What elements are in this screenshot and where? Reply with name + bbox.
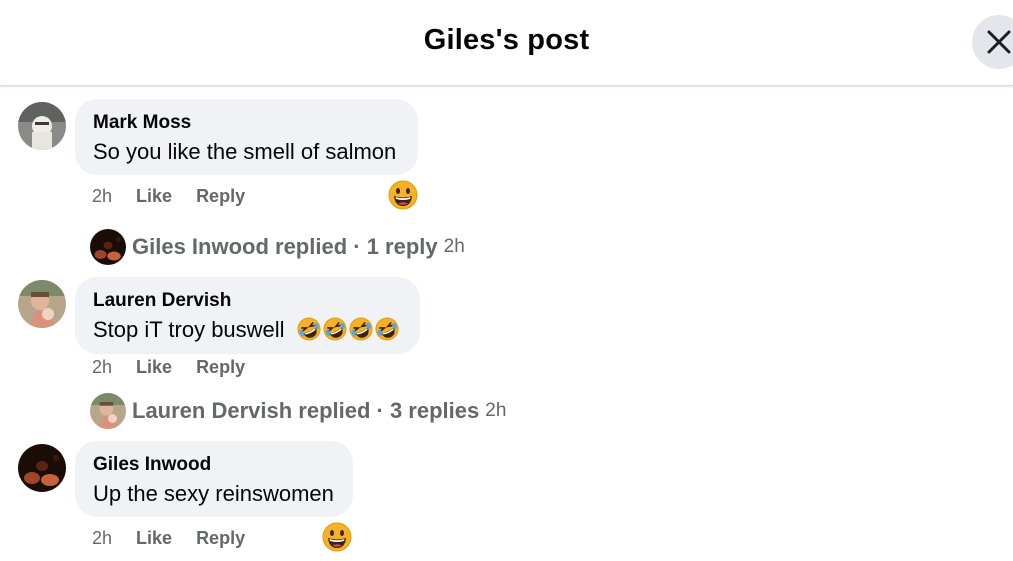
- reply-button[interactable]: Reply: [196, 528, 245, 549]
- comment-bubble: Lauren Dervish Stop iT troy buswell: [75, 277, 420, 354]
- comment-actions: 2h Like Reply: [92, 357, 245, 378]
- like-button[interactable]: Like: [136, 528, 172, 549]
- comment-time[interactable]: 2h: [92, 186, 112, 207]
- comment-author[interactable]: Lauren Dervish: [93, 290, 402, 312]
- comment-author[interactable]: Giles Inwood: [93, 454, 335, 476]
- like-button[interactable]: Like: [136, 357, 172, 378]
- reply-button[interactable]: Reply: [196, 186, 245, 207]
- rolling-on-floor-laughing-icon: [323, 317, 347, 341]
- avatar[interactable]: [18, 102, 66, 150]
- grinning-face-icon[interactable]: [322, 522, 352, 552]
- comment-actions: 2h Like Reply: [92, 186, 245, 207]
- view-replies-link[interactable]: Lauren Dervish replied · 3 replies 2h: [90, 393, 506, 429]
- replies-summary: Giles Inwood replied · 1 reply: [132, 234, 438, 259]
- comment-text: Stop iT troy buswell: [93, 317, 285, 342]
- rolling-on-floor-laughing-icon: [349, 317, 373, 341]
- rolling-on-floor-laughing-icon: [375, 317, 399, 341]
- avatar[interactable]: [18, 280, 66, 328]
- reply-button[interactable]: Reply: [196, 357, 245, 378]
- post-header: Giles's post: [0, 0, 1013, 86]
- comment-time[interactable]: 2h: [92, 357, 112, 378]
- replies-time: 2h: [485, 400, 507, 421]
- post-title: Giles's post: [423, 24, 590, 56]
- close-icon: [987, 30, 1011, 54]
- grinning-face-icon[interactable]: [388, 180, 418, 210]
- close-button[interactable]: [972, 15, 1013, 69]
- comment-text: Up the sexy reinswomen: [93, 481, 334, 506]
- comment-actions: 2h Like Reply: [92, 528, 245, 549]
- avatar: [90, 393, 126, 429]
- comment-text: So you like the smell of salmon: [93, 139, 397, 164]
- rolling-on-floor-laughing-icon: [297, 317, 321, 341]
- comment-bubble: Mark Moss So you like the smell of salmo…: [75, 99, 418, 175]
- like-button[interactable]: Like: [136, 186, 172, 207]
- comment-bubble: Giles Inwood Up the sexy reinswomen: [75, 441, 353, 517]
- avatar[interactable]: [18, 444, 66, 492]
- comment-author[interactable]: Mark Moss: [93, 112, 400, 134]
- avatar: [90, 229, 126, 265]
- comment-time[interactable]: 2h: [92, 528, 112, 549]
- comment-text-row: Stop iT troy buswell: [93, 315, 402, 345]
- replies-summary: Lauren Dervish replied · 3 replies: [132, 398, 480, 423]
- replies-time: 2h: [443, 236, 465, 257]
- view-replies-link[interactable]: Giles Inwood replied · 1 reply 2h: [90, 229, 465, 265]
